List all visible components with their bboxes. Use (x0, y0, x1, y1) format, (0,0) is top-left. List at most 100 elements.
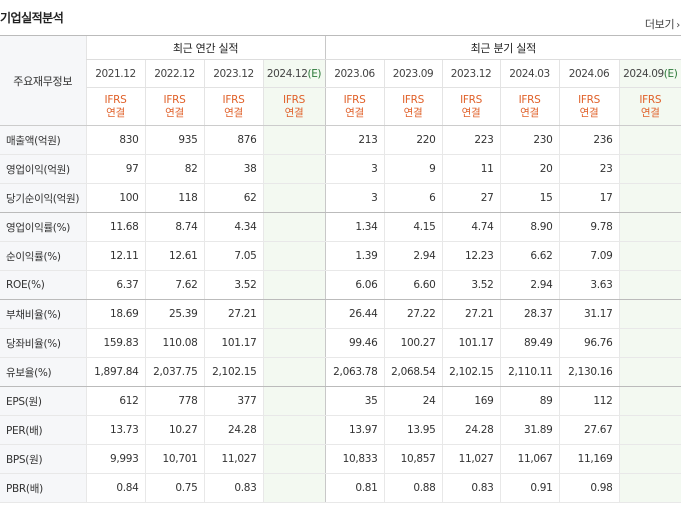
quarter-value-cell: 27.21 (441, 299, 501, 329)
quarter-value-cell: 23 (558, 154, 620, 184)
annual-value-cell: 101.17 (203, 328, 263, 358)
period-label: 2023.06 (334, 67, 375, 80)
annual-value-cell: 97 (85, 154, 145, 184)
annual-value-cell: 159.83 (85, 328, 145, 358)
period-header: 2023.09 (383, 59, 443, 88)
table-row: 당좌비율(%) 159.83 110.08 101.17 99.46 100.27 101.… (0, 328, 682, 358)
annual-value-cell (262, 299, 326, 329)
standard-ifrs: IFRS (163, 93, 186, 106)
annual-value-cell (262, 154, 326, 184)
quarter-value-cell: 20 (499, 154, 560, 184)
standard-ifrs: IFRS (283, 93, 305, 106)
quarter-value-cell: 11,067 (499, 444, 560, 474)
row-label: 순이익률(%) (0, 241, 86, 271)
quarter-value-cell: 1.34 (324, 212, 385, 242)
annual-value-cell (262, 212, 326, 242)
annual-value-cell: 7.62 (144, 270, 204, 300)
annual-value-cell (262, 444, 326, 474)
annual-value-cell: 12.11 (85, 241, 145, 271)
row-label: 부채비율(%) (0, 299, 86, 329)
quarter-group-header: 최근 분기 실적 (324, 35, 682, 60)
quarter-value-cell: 101.17 (441, 328, 501, 358)
accounting-standard: IFRS 연결 (618, 87, 682, 126)
quarter-value-cell: 15 (499, 183, 560, 213)
period-header-row: 2021.12 2022.12 2023.12 2024.12(E) 2023.06 20… (0, 59, 682, 88)
row-label: PER(배) (0, 415, 86, 445)
quarter-value-cell: 213 (324, 125, 385, 155)
quarter-value-cell: 26.44 (324, 299, 385, 329)
annual-value-cell (262, 357, 326, 387)
accounting-standard: IFRS 연결 (144, 87, 204, 126)
quarter-value-cell: 11 (441, 154, 501, 184)
accounting-standard-row: IFRS 연결 IFRS 연결 IFRS 연결 IFRS 연결 IFRS 연결 IFRS 연결 IFRS… (0, 87, 682, 126)
annual-value-cell: 2,102.15 (203, 357, 263, 387)
quarter-value-cell: 96.76 (558, 328, 620, 358)
period-header: 2024.12(E) (262, 59, 326, 88)
standard-ifrs: IFRS (402, 93, 424, 106)
quarter-value-cell: 89 (499, 386, 560, 416)
standard-consolidated: 연결 (284, 106, 304, 119)
period-label: 2023.12 (213, 67, 254, 80)
annual-value-cell (262, 241, 326, 271)
quarter-value-cell (618, 270, 682, 300)
section-header: 기업실적분석 더보기 › (0, 0, 692, 36)
column-header-label: 주요재무정보 (0, 35, 86, 126)
standard-consolidated: 연결 (106, 106, 125, 119)
period-header: 2023.12 (441, 59, 501, 88)
annual-value-cell: 935 (144, 125, 204, 155)
standard-consolidated: 연결 (403, 106, 423, 119)
table-body: 매출액(억원) 830 935 876 213 220 223 230 236 영업이익(억원) 9… (0, 125, 682, 503)
period-label: 2023.09 (392, 67, 434, 80)
quarter-value-cell: 35 (324, 386, 385, 416)
quarter-value-cell: 9 (383, 154, 443, 184)
more-link[interactable]: 더보기 › (645, 16, 680, 32)
annual-group-header: 최근 연간 실적 (85, 35, 326, 60)
annual-value-cell (262, 328, 326, 358)
period-header: 2022.12 (144, 59, 204, 88)
annual-value-cell: 0.83 (203, 473, 263, 503)
annual-value-cell (262, 125, 326, 155)
annual-value-cell (262, 386, 326, 416)
period-label: 2024.03 (509, 67, 550, 80)
annual-value-cell: 82 (144, 154, 204, 184)
annual-value-cell: 24.28 (203, 415, 263, 445)
standard-consolidated: 연결 (165, 106, 184, 119)
quarter-value-cell: 3 (324, 183, 385, 213)
accounting-standard: IFRS 연결 (203, 87, 263, 126)
quarter-value-cell: 0.88 (383, 473, 443, 503)
quarter-value-cell (618, 473, 682, 503)
quarter-value-cell: 9.78 (558, 212, 620, 242)
financial-summary-table: 주요재무정보 최근 연간 실적 최근 분기 실적 2021.12 2022.12 2… (0, 35, 682, 503)
quarter-value-cell: 4.74 (441, 212, 501, 242)
standard-consolidated: 연결 (345, 106, 364, 119)
period-label: 2023.12 (450, 67, 492, 80)
annual-value-cell: 6.37 (85, 270, 145, 300)
row-label: 영업이익(억원) (0, 154, 86, 184)
row-label: 매출액(억원) (0, 125, 86, 155)
table-row: PBR(배) 0.84 0.75 0.83 0.81 0.88 0.83 0.91 0.98 (0, 473, 682, 503)
table-row: 영업이익(억원) 97 82 38 3 9 11 20 23 (0, 154, 682, 184)
quarter-value-cell: 17 (558, 183, 620, 213)
row-label: 당좌비율(%) (0, 328, 86, 358)
quarter-value-cell: 3 (324, 154, 385, 184)
quarter-value-cell: 11,027 (441, 444, 501, 474)
annual-value-cell: 1,897.84 (85, 357, 145, 387)
quarter-value-cell: 31.89 (499, 415, 560, 445)
annual-value-cell: 10,701 (144, 444, 204, 474)
standard-ifrs: IFRS (222, 93, 245, 106)
table-row: 순이익률(%) 12.11 12.61 7.05 1.39 2.94 12.23 6.62 7.… (0, 241, 682, 271)
quarter-value-cell: 3.52 (441, 270, 501, 300)
period-header: 2024.03 (499, 59, 560, 88)
more-label[interactable]: 더보기 (645, 18, 675, 31)
standard-consolidated: 연결 (461, 106, 481, 119)
estimate-marker: (E) (663, 67, 678, 80)
period-header: 2023.06 (324, 59, 385, 88)
table-row: 부채비율(%) 18.69 25.39 27.21 26.44 27.22 27.21 28.… (0, 299, 682, 329)
annual-value-cell: 110.08 (144, 328, 204, 358)
annual-value-cell: 12.61 (144, 241, 204, 271)
row-label: EPS(원) (0, 386, 86, 416)
period-header: 2021.12 (85, 59, 145, 88)
row-label: PBR(배) (0, 473, 86, 503)
quarter-value-cell: 6.06 (324, 270, 385, 300)
accounting-standard: IFRS 연결 (558, 87, 620, 126)
